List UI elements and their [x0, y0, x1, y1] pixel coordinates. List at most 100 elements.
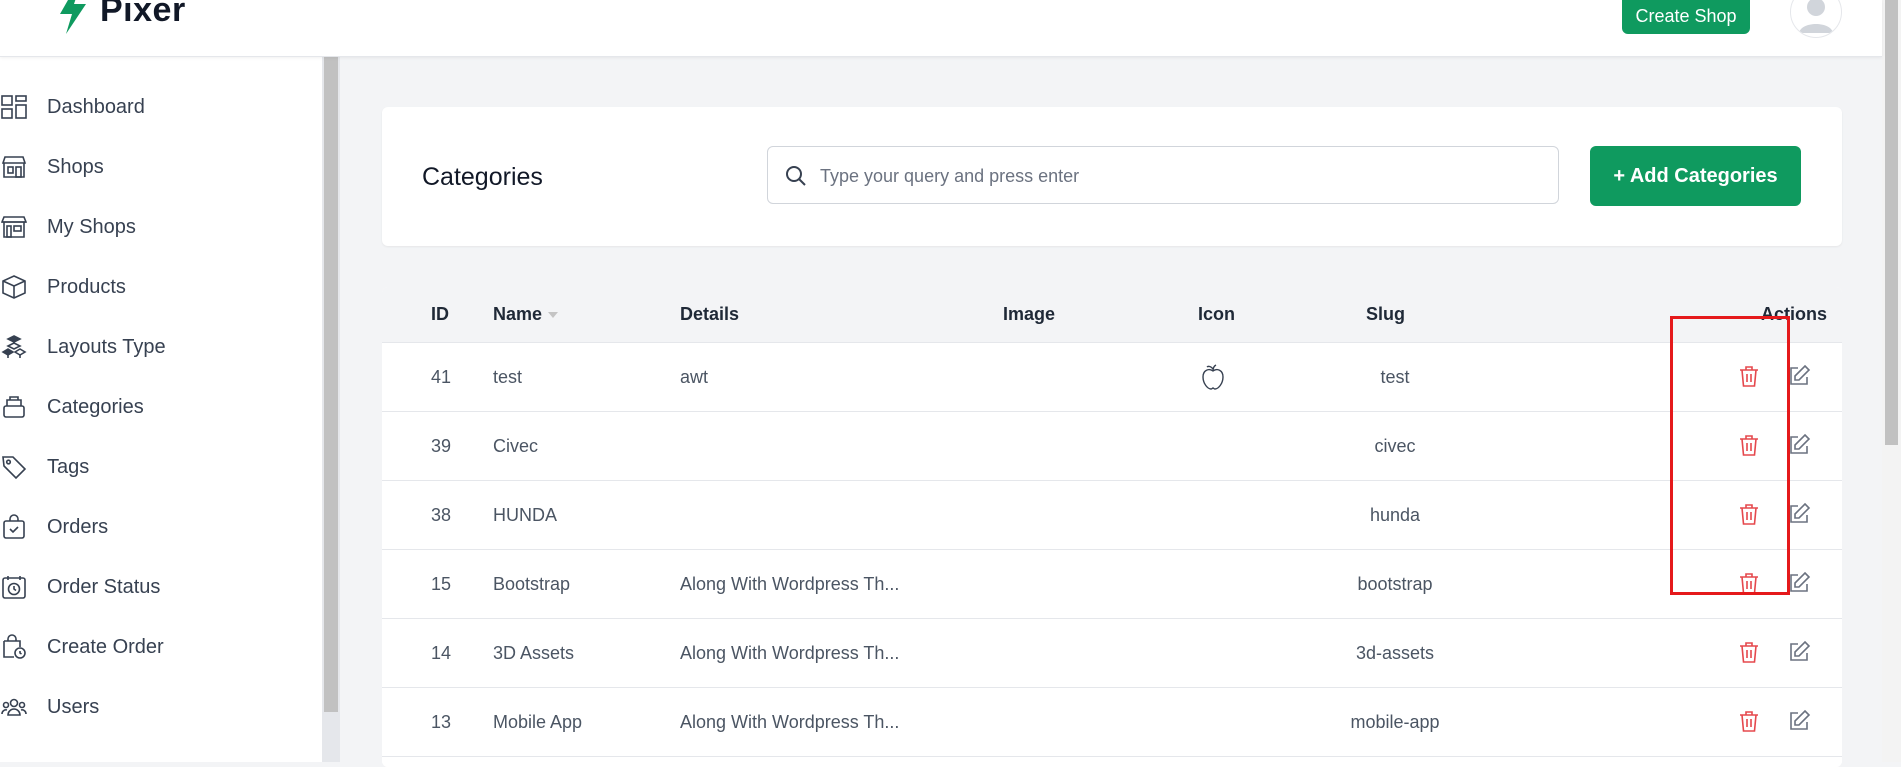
cell-id: 41 [431, 367, 452, 387]
edit-icon [1790, 502, 1811, 523]
sidebar-item-label: Users [47, 695, 100, 718]
layouts-icon [0, 333, 28, 361]
table-row: 14 3D Assets Along With Wordpress Th... … [382, 618, 1842, 688]
table-row: 15 Bootstrap Along With Wordpress Th... … [382, 549, 1842, 619]
search-input[interactable] [818, 157, 1542, 195]
sidebar-scrollbar-thumb[interactable] [324, 57, 338, 712]
column-header-name-label: Name [493, 304, 543, 324]
cell-slug: test [1380, 367, 1410, 387]
table-header: ID Name Details Image Icon Slug Actions [382, 287, 1842, 342]
sidebar-item-label: Order Status [47, 575, 161, 598]
cell-details: Along With Wordpress Th... [680, 643, 900, 663]
page-scrollbar-thumb[interactable] [1885, 0, 1898, 445]
sidebar-item-orders[interactable]: Orders [0, 507, 322, 547]
sidebar-item-products[interactable]: Products [0, 267, 322, 307]
my-shops-icon [0, 213, 28, 241]
sidebar-item-label: Create Order [47, 635, 164, 658]
cell-id: 38 [431, 505, 452, 525]
sidebar-item-dashboard[interactable]: Dashboard [0, 87, 322, 127]
users-icon [0, 693, 28, 721]
sidebar-item-label: Orders [47, 515, 109, 538]
column-header-image: Image [1003, 304, 1056, 324]
cell-id: 13 [431, 712, 452, 732]
search-box[interactable] [767, 146, 1559, 204]
table-row: 38 HUNDA hunda [382, 480, 1842, 550]
sidebar-item-categories[interactable]: Categories [0, 387, 322, 427]
sidebar-item-label: Categories [47, 395, 144, 418]
delete-button[interactable] [1734, 637, 1764, 667]
tag-icon [0, 453, 28, 481]
sidebar-item-my-shops[interactable]: My Shops [0, 207, 322, 247]
search-icon [786, 166, 806, 186]
cell-details: awt [680, 367, 709, 387]
apple-icon [1202, 364, 1224, 390]
sidebar-item-create-order[interactable]: Create Order [0, 627, 322, 667]
shop-icon [0, 153, 28, 181]
sidebar-item-label: My Shops [47, 215, 136, 238]
edit-icon [1790, 571, 1811, 592]
cell-slug: civec [1374, 436, 1416, 456]
edit-button[interactable] [1784, 637, 1814, 667]
cell-details: Along With Wordpress Th... [680, 712, 900, 732]
sidebar-item-label: Tags [47, 455, 90, 478]
column-header-details: Details [680, 304, 740, 324]
sidebar-item-label: Dashboard [47, 95, 145, 118]
sort-caret-icon [548, 312, 559, 319]
sidebar-item-order-status[interactable]: Order Status [0, 567, 322, 607]
avatar[interactable] [1790, 0, 1842, 38]
sidebar-scrollbar[interactable] [322, 57, 340, 762]
user-avatar-icon [1799, 0, 1833, 33]
cell-name: HUNDA [493, 505, 558, 525]
highlight-annotation-box [1670, 316, 1790, 595]
cell-details: Along With Wordpress Th... [680, 574, 900, 594]
cell-name: Bootstrap [493, 574, 571, 594]
sidebar-item-layouts-type[interactable]: Layouts Type [0, 327, 322, 367]
order-status-icon [0, 573, 28, 601]
page-title: Categories [422, 163, 543, 191]
edit-icon [1790, 709, 1811, 730]
column-header-name[interactable]: Name [493, 304, 559, 325]
edit-button[interactable] [1784, 706, 1814, 736]
sidebar-item-tags[interactable]: Tags [0, 447, 322, 487]
orders-icon [0, 513, 28, 541]
categories-table: ID Name Details Image Icon Slug Actions … [382, 287, 1842, 767]
column-header-icon: Icon [1198, 304, 1236, 324]
create-shop-button[interactable]: Create Shop [1622, 0, 1750, 34]
edit-icon [1790, 364, 1811, 385]
dashboard-icon [0, 93, 28, 121]
column-header-slug: Slug [1366, 304, 1405, 324]
top-bar: Pixer Create Shop [0, 0, 1882, 57]
column-header-id[interactable]: ID [431, 304, 449, 325]
logo[interactable]: Pixer [54, 0, 186, 36]
sidebar-item-label: Shops [47, 155, 104, 178]
categories-icon [0, 393, 28, 421]
edit-icon [1790, 433, 1811, 454]
cell-name: Civec [493, 436, 539, 456]
brand-name: Pixer [100, 0, 186, 29]
cell-slug: 3d-assets [1355, 643, 1435, 663]
sidebar-item-label: Products [47, 275, 126, 298]
cell-id: 15 [431, 574, 452, 594]
table-row: 13 Mobile App Along With Wordpress Th...… [382, 687, 1842, 757]
categories-header-card: Categories + Add Categories [382, 107, 1842, 246]
table-row: 41 test awt test [382, 342, 1842, 412]
cell-id: 39 [431, 436, 452, 456]
cell-name: Mobile App [493, 712, 583, 732]
page-scrollbar[interactable] [1882, 0, 1901, 762]
sidebar-item-label: Layouts Type [47, 335, 166, 358]
bolt-logo-icon [60, 0, 86, 34]
sidebar-item-shops[interactable]: Shops [0, 147, 322, 187]
cell-name: test [493, 367, 523, 387]
add-categories-button[interactable]: + Add Categories [1590, 146, 1801, 206]
create-order-icon [0, 633, 28, 661]
trash-icon [1740, 711, 1758, 732]
cell-slug: mobile-app [1350, 712, 1440, 732]
cell-slug: hunda [1369, 505, 1421, 525]
box-icon [0, 273, 28, 301]
cell-slug: bootstrap [1357, 574, 1433, 594]
delete-button[interactable] [1734, 706, 1764, 736]
cell-name: 3D Assets [493, 643, 575, 663]
table-row: 39 Civec civec [382, 411, 1842, 481]
cell-id: 14 [431, 643, 452, 663]
sidebar-item-users[interactable]: Users [0, 687, 322, 727]
